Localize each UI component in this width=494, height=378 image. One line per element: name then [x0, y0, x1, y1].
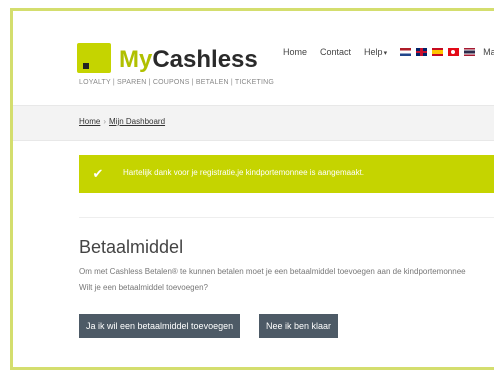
breadcrumb: Home › Mijn Dashboard	[79, 117, 165, 126]
th-flag-icon[interactable]	[464, 48, 476, 56]
breadcrumb-home[interactable]: Home	[79, 117, 100, 126]
intro-text: Om met Cashless Betalen® te kunnen betal…	[79, 267, 466, 276]
logo[interactable]: MyCashless	[119, 47, 258, 73]
top-nav: Home Contact Help▾ Marvi	[283, 47, 494, 57]
nl-flag-icon[interactable]	[400, 48, 412, 56]
section-title: Betaalmiddel	[79, 237, 184, 257]
chevron-down-icon: ▾	[383, 50, 388, 57]
nav-help[interactable]: Help▾	[364, 47, 387, 57]
success-alert: ✔ Hartelijk dank voor je registratie,je …	[79, 155, 494, 193]
check-icon: ✔	[92, 166, 104, 181]
nav-help-label: Help	[364, 47, 383, 57]
alert-message: Hartelijk dank voor je registratie,je ki…	[123, 168, 365, 177]
divider	[79, 217, 494, 218]
tr-flag-icon[interactable]	[448, 48, 460, 56]
breadcrumb-separator: ›	[103, 117, 107, 126]
question-text: Wilt je een betaalmiddel toevoegen?	[79, 283, 208, 292]
breadcrumb-current[interactable]: Mijn Dashboard	[109, 117, 165, 126]
page-frame: MyCashless LOYALTY | SPAREN | COUPONS | …	[10, 8, 494, 370]
logo-icon[interactable]	[77, 43, 111, 73]
breadcrumb-bar: Home › Mijn Dashboard	[13, 105, 494, 141]
user-menu[interactable]: Marvi	[483, 47, 494, 57]
logo-my: My	[119, 46, 153, 73]
logo-cashless: Cashless	[152, 46, 258, 73]
done-button[interactable]: Nee ik ben klaar	[259, 314, 339, 338]
uk-flag-icon[interactable]	[416, 48, 428, 56]
nav-contact[interactable]: Contact	[320, 47, 351, 57]
add-payment-method-button[interactable]: Ja ik wil een betaalmiddel toevoegen	[79, 314, 241, 338]
es-flag-icon[interactable]	[432, 48, 444, 56]
tagline: LOYALTY | SPAREN | COUPONS | BETALEN | T…	[79, 79, 275, 86]
nav-home[interactable]: Home	[283, 47, 307, 57]
